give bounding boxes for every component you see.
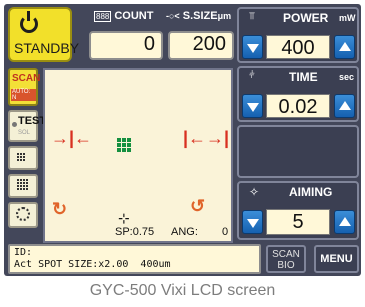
time-icon: ⫩ bbox=[249, 70, 255, 81]
right-arrow-icon[interactable]: |←→| bbox=[183, 129, 229, 147]
spot-size-header: -○< S.SIZEμm bbox=[166, 10, 231, 22]
rotate-left-icon[interactable]: ↻ bbox=[52, 199, 67, 220]
time-increase-button[interactable] bbox=[334, 94, 355, 118]
info-bar: ID: Act SPOT SIZE:x2.00 400um bbox=[8, 244, 261, 274]
grid-4x4-icon bbox=[17, 179, 28, 190]
aiming-increase-button[interactable] bbox=[334, 210, 355, 234]
power-icon bbox=[20, 11, 38, 33]
arrow-up-icon bbox=[339, 101, 351, 110]
count-field[interactable]: 0 bbox=[89, 31, 163, 60]
info-spot-size: Act SPOT SIZE:x2.00 400um bbox=[14, 259, 171, 270]
ang-label: ANG: bbox=[171, 226, 198, 238]
time-title: TIME bbox=[289, 70, 318, 84]
count-badge: 888 bbox=[94, 11, 112, 22]
sp-label: SP:0.75 bbox=[115, 226, 155, 238]
standby-button[interactable]: STANDBY bbox=[8, 7, 79, 62]
empty-panel bbox=[237, 125, 359, 178]
pattern-grid5-button[interactable] bbox=[8, 174, 38, 198]
aiming-icon: ✧ bbox=[249, 185, 260, 199]
grid-3x3-icon bbox=[17, 153, 25, 161]
power-icon-symbol: ⫪ bbox=[249, 11, 255, 22]
aiming-decrease-button[interactable] bbox=[242, 210, 263, 234]
time-panel: ⫩ TIME sec 0.02 bbox=[237, 66, 359, 122]
power-panel: ⫪ POWER mW 400 bbox=[237, 7, 359, 63]
rotate-right-icon[interactable]: ↺ bbox=[190, 196, 205, 217]
sol-label: SOL bbox=[18, 130, 31, 136]
pattern-ring-button[interactable] bbox=[8, 202, 38, 228]
pattern-grid3-button[interactable] bbox=[8, 146, 38, 170]
power-title: POWER bbox=[283, 11, 329, 25]
status-label: STANDBY bbox=[14, 40, 80, 56]
scan-bio-top: SCAN bbox=[272, 249, 300, 260]
origin-icon: ⊹ bbox=[118, 210, 130, 226]
time-decrease-button[interactable] bbox=[242, 94, 263, 118]
spot-size-unit: μm bbox=[217, 11, 232, 21]
scan-button[interactable]: SCAN AUTO: N bbox=[8, 68, 41, 106]
left-arrow-icon[interactable]: →|← bbox=[51, 129, 92, 147]
lcd-screen: STANDBY 888 COUNT -○< S.SIZEμm 0 200 ⫪ PO… bbox=[4, 4, 361, 276]
arrow-down-icon bbox=[247, 44, 259, 53]
scan-bio-button[interactable]: SCAN BIO bbox=[266, 245, 306, 273]
spot-size-label: S.SIZE bbox=[182, 10, 218, 22]
auto-label: AUTO: N bbox=[11, 89, 36, 101]
test-label: TEST bbox=[18, 115, 47, 127]
spot-size-icon: -○< bbox=[166, 11, 180, 21]
power-unit: mW bbox=[339, 13, 356, 23]
arrow-up-icon bbox=[339, 217, 351, 226]
time-unit: sec bbox=[339, 72, 355, 82]
caption: GYC-500 Vixi LCD screen bbox=[89, 282, 276, 299]
test-button[interactable]: TEST SOL bbox=[8, 110, 46, 142]
power-decrease-button[interactable] bbox=[242, 35, 263, 59]
arrow-down-icon bbox=[247, 103, 259, 112]
scan-label: SCAN bbox=[12, 73, 41, 84]
menu-button[interactable]: MENU bbox=[314, 245, 359, 273]
aiming-title: AIMING bbox=[289, 185, 333, 199]
count-label: COUNT bbox=[114, 10, 154, 22]
test-indicator bbox=[12, 122, 17, 127]
green-pattern-icon bbox=[117, 138, 131, 152]
info-id: ID: bbox=[14, 247, 33, 258]
arrow-down-icon bbox=[247, 219, 259, 228]
arrow-up-icon bbox=[339, 42, 351, 51]
count-header: 888 COUNT bbox=[94, 10, 153, 22]
scan-bio-bottom: BIO bbox=[277, 260, 295, 271]
power-value: 400 bbox=[266, 35, 330, 59]
ang-value: 0 bbox=[222, 226, 229, 238]
aiming-panel: ✧ AIMING 5 bbox=[237, 181, 359, 240]
aiming-value: 5 bbox=[266, 209, 330, 235]
ring-pattern-icon bbox=[16, 207, 30, 221]
time-value: 0.02 bbox=[266, 94, 330, 118]
spot-size-field[interactable]: 200 bbox=[168, 31, 234, 60]
pattern-preview: →|← |←→| ↻ ⊹ ↺ SP:0.75 ANG: 0 bbox=[43, 68, 233, 243]
power-increase-button[interactable] bbox=[334, 35, 355, 59]
